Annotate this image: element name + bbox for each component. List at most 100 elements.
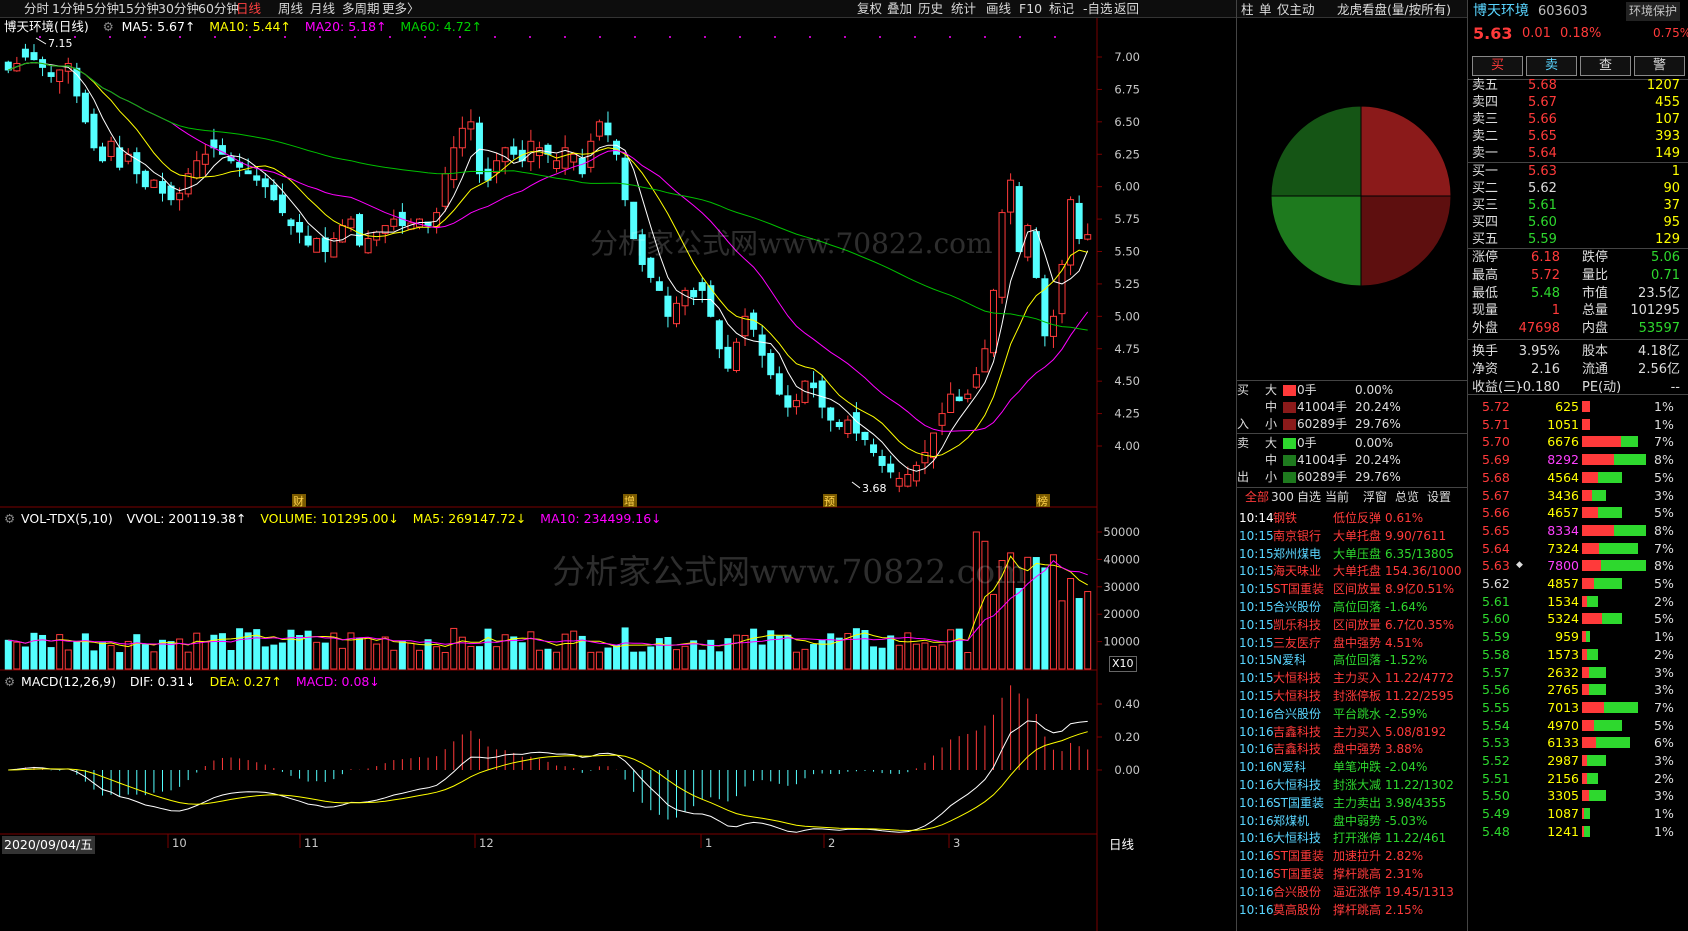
kline-chart-area[interactable]: 7.00 6.75 6.50 6.25 6.00 5.75 5.50 5.25 5.00 4.75… xyxy=(0,0,1236,931)
news-item[interactable]: 10:16 ST国重装 加速拉升 2.82% xyxy=(1237,847,1468,865)
news-item[interactable]: 10:14 钢铁 低位反弹 0.61% xyxy=(1237,509,1468,527)
price-ladder-row[interactable]: 5.58 1573 2% xyxy=(1468,646,1688,663)
price-ladder-row[interactable]: 5.68 4564 5% xyxy=(1468,469,1688,486)
tab-bar-chart[interactable]: 柱 xyxy=(1241,0,1254,19)
news-item[interactable]: 10:15 凯乐科技 区间放量 6.7亿0.35% xyxy=(1237,616,1468,634)
price-ladder-row[interactable]: 5.64 7324 7% xyxy=(1468,540,1688,557)
price-indicator-header: 博天环境(日线) ⚙ MA5: 5.67↑ MA10: 5.44↑ MA20: … xyxy=(4,18,492,36)
settings-icon[interactable]: ⚙ xyxy=(4,511,15,526)
action-button-3[interactable]: 警 xyxy=(1634,56,1685,76)
tab-6[interactable]: 日线 xyxy=(236,0,261,18)
toolbar-6[interactable]: 标记 xyxy=(1049,0,1074,18)
tab-7[interactable]: 周线 xyxy=(278,0,303,18)
news-item[interactable]: 10:16 吉鑫科技 盘中强势 3.88% xyxy=(1237,740,1468,758)
price-ladder-row[interactable]: 5.48 1241 1% xyxy=(1468,823,1688,840)
toolbar-2[interactable]: 历史 xyxy=(918,0,943,18)
price-ladder-row[interactable]: 5.53 6133 6% xyxy=(1468,734,1688,751)
news-time: 10:15 xyxy=(1239,582,1274,597)
dragon-tiger-label[interactable]: 龙虎看盘(量/按所有) xyxy=(1337,0,1451,19)
news-item[interactable]: 10:16 大恒科技 封涨大减 11.22/1302 xyxy=(1237,776,1468,794)
price-ladder-row[interactable]: 5.54 4970 5% xyxy=(1468,717,1688,734)
news-item[interactable]: 10:16 ST国重装 主力卖出 3.98/4355 xyxy=(1237,794,1468,812)
price-ladder-row[interactable]: 5.70 6676 7% xyxy=(1468,433,1688,450)
price-ladder-row[interactable]: 5.72 625 1% xyxy=(1468,398,1688,415)
price-ladder-row[interactable]: 5.49 1087 1% xyxy=(1468,805,1688,822)
toolbar-4[interactable]: 画线 xyxy=(986,0,1011,18)
candle-body xyxy=(818,380,826,408)
price-ladder-row[interactable]: 5.66 4657 5% xyxy=(1468,504,1688,521)
tab-active-only[interactable]: 仅主动 xyxy=(1277,0,1315,19)
flow-pct: 0.00% xyxy=(1355,436,1394,450)
news-item[interactable]: 10:15 海天味业 大单托盘 154.36/1000 xyxy=(1237,562,1468,580)
action-button-2[interactable]: 查 xyxy=(1580,56,1631,76)
event-marker[interactable]: 预 xyxy=(824,495,835,508)
news-item[interactable]: 10:16 ST国重装 撑杆跳高 2.31% xyxy=(1237,865,1468,883)
news-tab[interactable]: 设置 xyxy=(1427,489,1451,506)
toolbar-0[interactable]: 复权 xyxy=(857,0,882,18)
toolbar-3[interactable]: 统计 xyxy=(951,0,976,18)
event-marker[interactable]: 榜 xyxy=(1037,494,1048,508)
toolbar-1[interactable]: 叠加 xyxy=(887,0,912,18)
news-tab[interactable]: 总览 xyxy=(1395,489,1419,506)
news-item[interactable]: 10:16 合兴股份 逼近涨停 19.45/1313 xyxy=(1237,883,1468,901)
tab-1[interactable]: 1分钟 xyxy=(52,0,85,18)
price-ladder-row[interactable]: 5.52 2987 3% xyxy=(1468,752,1688,769)
news-item[interactable]: 10:15 郑州煤电 大单压盘 6.35/13805 xyxy=(1237,545,1468,563)
price-ladder-row[interactable]: 5.60 5324 5% xyxy=(1468,610,1688,627)
tab-single[interactable]: 单 xyxy=(1259,0,1272,19)
news-tab[interactable]: 自选 xyxy=(1297,489,1321,506)
tab-0[interactable]: 分时 xyxy=(24,0,49,18)
news-item[interactable]: 10:15 大恒科技 主力买入 11.22/4772 xyxy=(1237,669,1468,687)
volume-bar xyxy=(673,649,681,670)
tab-8[interactable]: 月线 xyxy=(310,0,335,18)
price-ladder-row[interactable]: 5.57 2632 3% xyxy=(1468,664,1688,681)
price-ladder-row[interactable]: 5.61 1534 2% xyxy=(1468,593,1688,610)
price-ladder-row[interactable]: 5.65 8334 8% xyxy=(1468,522,1688,539)
tab-9[interactable]: 多周期 xyxy=(342,0,380,18)
tab-2[interactable]: 5分钟 xyxy=(86,0,119,18)
news-tab[interactable]: 当前 xyxy=(1325,489,1349,506)
price-ladder-row[interactable]: 5.51 2156 2% xyxy=(1468,770,1688,787)
news-item[interactable]: 10:15 N爱科 高位回落 -1.52% xyxy=(1237,651,1468,669)
news-item[interactable]: 10:16 郑煤机 盘中弱势 -5.03% xyxy=(1237,812,1468,830)
news-tab[interactable]: 300 xyxy=(1271,489,1294,506)
tab-4[interactable]: 30分钟 xyxy=(158,0,199,18)
sector-tag[interactable]: 环境保护 xyxy=(1626,2,1681,21)
price-ladder-row[interactable]: 5.71 1051 1% xyxy=(1468,416,1688,433)
news-item[interactable]: 10:15 ST国重装 区间放量 8.9亿0.51% xyxy=(1237,580,1468,598)
news-item[interactable]: 10:16 吉鑫科技 主力买入 5.08/8192 xyxy=(1237,723,1468,741)
tab-3[interactable]: 15分钟 xyxy=(118,0,159,18)
settings-icon[interactable]: ⚙ xyxy=(4,674,15,689)
toolbar-5[interactable]: F10 xyxy=(1019,0,1042,18)
price-ladder-row[interactable]: 5.67 3436 3% xyxy=(1468,487,1688,504)
action-button-0[interactable]: 买 xyxy=(1472,56,1523,76)
candle-body xyxy=(544,144,552,155)
action-button-1[interactable]: 卖 xyxy=(1526,56,1577,76)
kline-chart-svg[interactable]: 7.00 6.75 6.50 6.25 6.00 5.75 5.50 5.25 5.00 4.75… xyxy=(0,0,1236,931)
toolbar-8[interactable]: 返回 xyxy=(1114,0,1139,18)
news-item[interactable]: 10:15 大恒科技 封涨停板 11.22/2595 xyxy=(1237,687,1468,705)
price-ladder-row[interactable]: 5.69 8292 8% xyxy=(1468,451,1688,468)
price-ladder-row[interactable]: 5.63 ◆ 7800 8% xyxy=(1468,557,1688,574)
price-ladder-row[interactable]: 5.56 2765 3% xyxy=(1468,681,1688,698)
news-item[interactable]: 10:15 南京银行 大单托盘 9.90/7611 xyxy=(1237,527,1468,545)
tab-5[interactable]: 60分钟 xyxy=(198,0,239,18)
news-item[interactable]: 10:16 合兴股份 平台跳水 -2.59% xyxy=(1237,705,1468,723)
price-ladder-row[interactable]: 5.50 3305 3% xyxy=(1468,787,1688,804)
news-item[interactable]: 10:16 大恒科技 打开涨停 11.22/461 xyxy=(1237,829,1468,847)
news-item[interactable]: 10:16 N爱科 单笔冲跌 -2.04% xyxy=(1237,758,1468,776)
news-item[interactable]: 10:15 三友医疗 盘中强势 4.51% xyxy=(1237,634,1468,652)
event-marker[interactable]: 财 xyxy=(293,494,304,508)
settings-icon[interactable]: ⚙ xyxy=(103,19,114,34)
flow-size-label: 小 xyxy=(1265,417,1278,431)
tab-10[interactable]: 更多〉 xyxy=(382,0,420,18)
news-item[interactable]: 10:16 莫高股份 撑杆跳高 2.15% xyxy=(1237,901,1468,919)
price-ladder-row[interactable]: 5.55 7013 7% xyxy=(1468,699,1688,716)
news-item[interactable]: 10:15 合兴股份 高位回落 -1.64% xyxy=(1237,598,1468,616)
price-ladder-row[interactable]: 5.59 959 1% xyxy=(1468,628,1688,645)
news-tab[interactable]: 全部 xyxy=(1245,489,1269,506)
price-ladder-row[interactable]: 5.62 4857 5% xyxy=(1468,575,1688,592)
news-tab[interactable]: 浮窗 xyxy=(1363,489,1387,506)
event-marker[interactable]: 增 xyxy=(624,494,635,508)
toolbar-7[interactable]: -自选 xyxy=(1083,0,1113,18)
